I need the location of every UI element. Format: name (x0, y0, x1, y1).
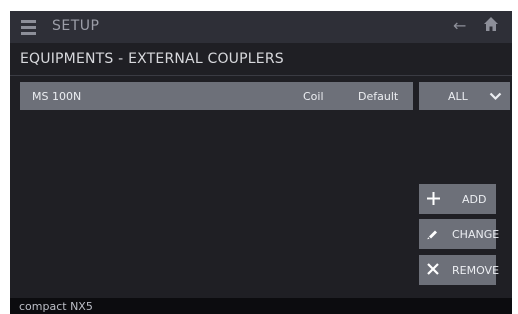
plus-icon (426, 191, 441, 209)
back-arrow-icon[interactable]: ← (453, 16, 466, 35)
menu-icon[interactable] (21, 20, 36, 35)
close-icon (426, 262, 440, 279)
divider (10, 75, 512, 76)
remove-button-label: REMOVE (452, 264, 500, 277)
page-title: SETUP (52, 18, 100, 34)
footer-bar: compact NX5 (10, 298, 512, 314)
device-name: compact NX5 (19, 300, 93, 313)
list-item[interactable]: MS 100N Coil Default (20, 82, 413, 110)
filter-value: ALL (448, 90, 468, 103)
add-button-label: ADD (462, 193, 487, 206)
change-button[interactable]: CHANGE (419, 219, 500, 249)
add-button[interactable]: ADD (419, 184, 496, 214)
chevron-down-icon (489, 91, 502, 104)
remove-button[interactable]: REMOVE (419, 255, 500, 285)
pencil-icon (426, 226, 440, 243)
coupler-type: Coil (303, 90, 324, 103)
filter-dropdown[interactable]: ALL (419, 82, 510, 110)
home-icon[interactable] (483, 16, 499, 36)
change-button-label: CHANGE (452, 228, 500, 241)
coupler-setting: Default (358, 90, 399, 103)
section-title: EQUIPMENTS - EXTERNAL COUPLERS (20, 51, 284, 67)
top-bar: SETUP ← (10, 11, 512, 43)
coupler-name: MS 100N (32, 90, 82, 103)
setup-screen: SETUP ← EQUIPMENTS - EXTERNAL COUPLERS M… (10, 11, 512, 314)
